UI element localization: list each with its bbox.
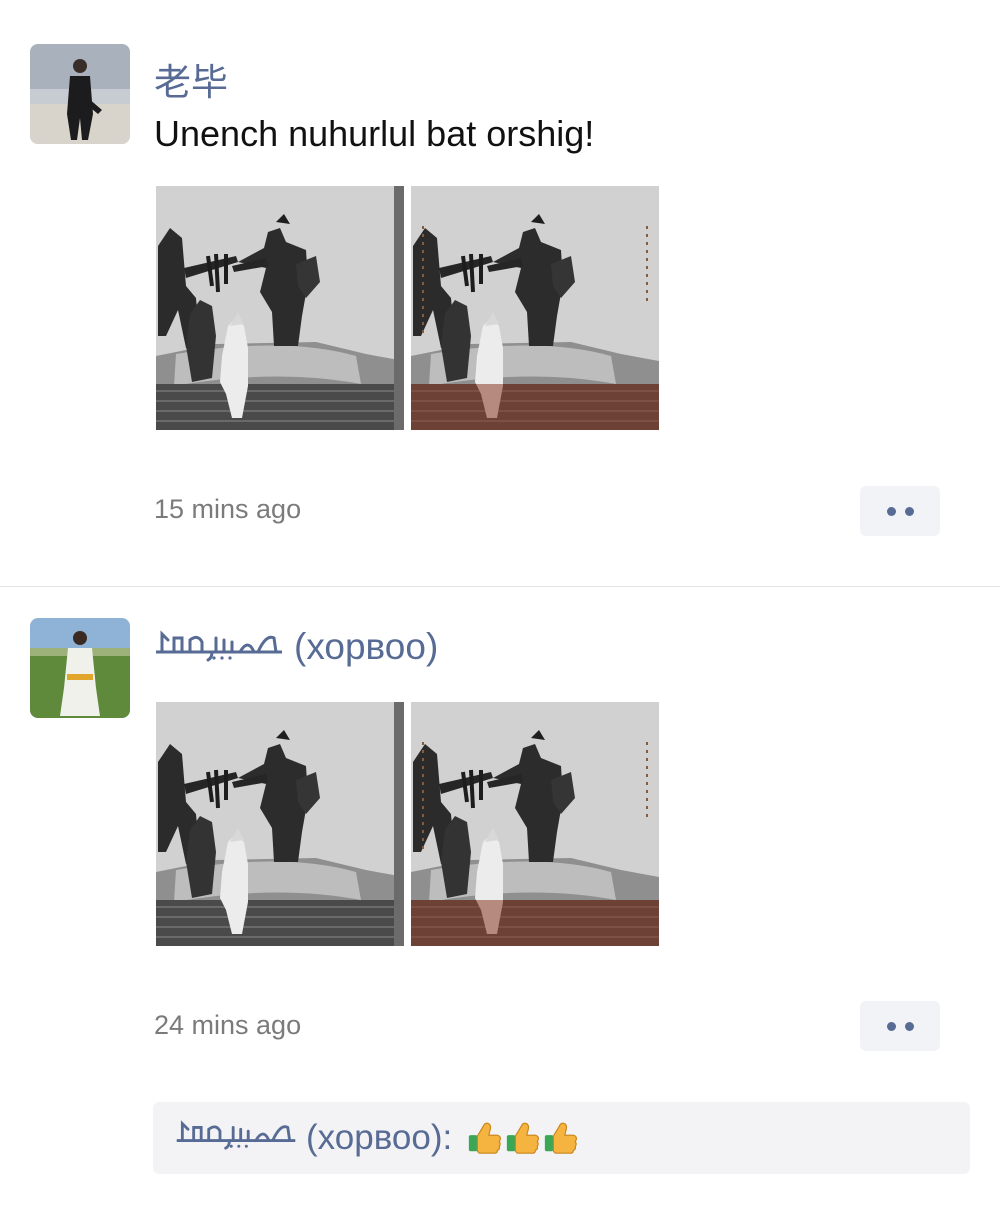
- comment-author-text: (хорвоо):: [306, 1118, 453, 1157]
- post: (хорвоо) 24 mins ago (хорвоо):: [0, 587, 1000, 1207]
- mongolian-script-name: [154, 628, 284, 671]
- more-dots-icon: [904, 506, 914, 516]
- photo-thumbnail[interactable]: [411, 702, 659, 946]
- comment-section: (хорвоо):: [153, 1102, 970, 1174]
- post-timestamp: 24 mins ago: [154, 1010, 302, 1040]
- photo-thumbnail[interactable]: [156, 186, 404, 430]
- more-actions-button[interactable]: [860, 1001, 940, 1051]
- post-text: Unench nuhurlul bat orshig!: [154, 113, 595, 154]
- avatar[interactable]: [30, 44, 130, 144]
- comment-author[interactable]: (хорвоо):: [174, 1118, 452, 1159]
- author-name[interactable]: 老毕: [154, 52, 228, 106]
- comment-text: [466, 1119, 580, 1157]
- author-name-text: (хорвоо): [294, 626, 439, 667]
- mongolian-script-name: [174, 1118, 298, 1159]
- thumbs-up-icon: [468, 1122, 502, 1154]
- photo-grid: [156, 702, 660, 946]
- photo-thumbnail[interactable]: [411, 186, 659, 430]
- post: 老毕 Unench nuhurlul bat orshig! 15 mins a…: [0, 0, 1000, 586]
- avatar[interactable]: [30, 618, 130, 718]
- thumbs-up-icon: [544, 1122, 578, 1154]
- more-dots-icon: [886, 506, 896, 516]
- author-name[interactable]: (хорвоо): [154, 626, 438, 671]
- more-dots-icon: [886, 1021, 896, 1031]
- more-dots-icon: [904, 1021, 914, 1031]
- photo-grid: [156, 186, 660, 430]
- photo-thumbnail[interactable]: [156, 702, 404, 946]
- post-timestamp: 15 mins ago: [154, 494, 302, 524]
- thumbs-up-icon: [506, 1122, 540, 1154]
- more-actions-button[interactable]: [860, 486, 940, 536]
- moments-feed: 老毕 Unench nuhurlul bat orshig! 15 mins a…: [0, 0, 1000, 1207]
